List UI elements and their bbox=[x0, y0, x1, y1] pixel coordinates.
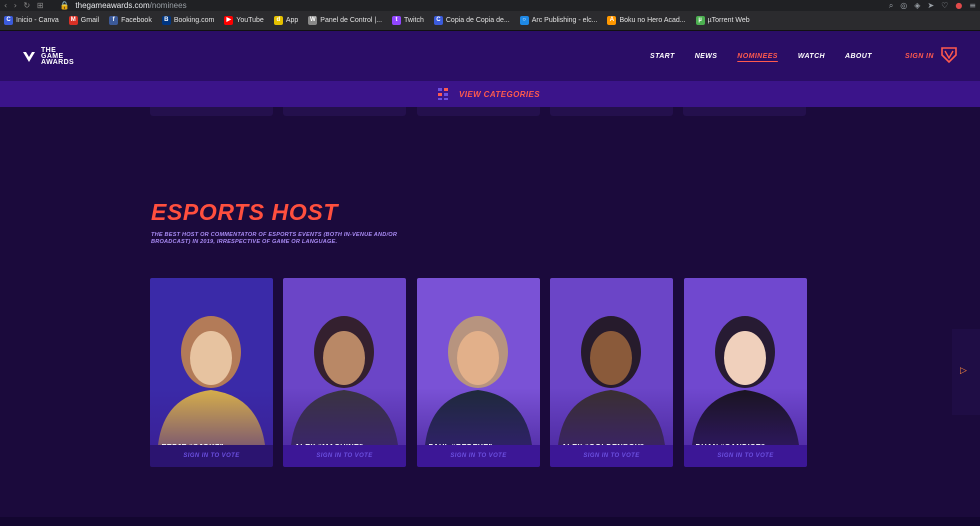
sign-in-to-vote-button[interactable]: SIGN IN TO VOTE bbox=[550, 445, 673, 467]
nominee-photo bbox=[283, 278, 406, 445]
browser-address-bar: ‹ › ↻ ⊞ 🔒 thegameawards.com/nominees ⌕ ◎… bbox=[0, 0, 980, 11]
bookmark-label: Twitch bbox=[404, 17, 424, 24]
youtube-icon: ▶ bbox=[224, 16, 234, 25]
bookmark-item[interactable]: C Inicio - Canva bbox=[4, 16, 59, 25]
view-categories-bar: VIEW CATEGORIES bbox=[0, 81, 980, 107]
facebook-icon: f bbox=[109, 16, 119, 25]
nav-news[interactable]: NEWS bbox=[695, 53, 718, 60]
bookmark-item[interactable]: W Panel de Control |... bbox=[308, 16, 382, 25]
bookmark-item[interactable]: ▶ YouTube bbox=[224, 16, 264, 25]
categories-grid-icon[interactable] bbox=[438, 88, 448, 100]
prev-card bbox=[283, 107, 406, 116]
nominee-card[interactable]: PAUL “REDEYE” CHALONER SIGN IN TO VOTE bbox=[417, 278, 540, 469]
extension-icon[interactable]: ● bbox=[955, 1, 962, 10]
next-arrow-icon[interactable]: ▷ bbox=[960, 365, 967, 376]
nominees-page: ESPORTS HOST THE BEST HOST OR COMMENTATO… bbox=[0, 107, 980, 526]
anime-icon: A bbox=[607, 16, 617, 25]
bookmarks-bar: C Inicio - Canva M Gmail f Facebook B Booking.c… bbox=[0, 11, 980, 31]
bookmark-item[interactable]: A Boku no Hero Acad... bbox=[607, 16, 686, 25]
bookmark-item[interactable]: d App bbox=[273, 16, 299, 25]
bookmark-item[interactable]: t Twitch bbox=[392, 16, 424, 25]
camera-icon[interactable]: ◎ bbox=[900, 1, 907, 10]
view-categories-button[interactable]: VIEW CATEGORIES bbox=[459, 90, 540, 99]
bookmark-label: Arc Publishing - elc... bbox=[531, 17, 598, 24]
page-footer-edge bbox=[0, 517, 980, 526]
nav-start[interactable]: START bbox=[650, 53, 675, 60]
nominee-photo bbox=[150, 278, 273, 445]
nav-nominees[interactable]: NOMINEES bbox=[737, 53, 778, 60]
canva-icon: C bbox=[4, 16, 13, 25]
bookmark-item[interactable]: C Copia de Copia de... bbox=[433, 16, 510, 25]
nominee-card[interactable]: DUAN “CANDICE” YU-SHUANG SIGN IN TO VOTE bbox=[684, 278, 807, 469]
bookmark-label: App bbox=[285, 17, 299, 24]
prev-card bbox=[417, 107, 540, 116]
bookmark-item[interactable]: f Facebook bbox=[109, 16, 152, 25]
bookmark-label: Copia de Copia de... bbox=[445, 17, 510, 24]
nominee-photo bbox=[684, 278, 807, 445]
gmail-icon: M bbox=[68, 16, 78, 25]
canva-icon: C bbox=[433, 16, 443, 25]
sign-in-to-vote-button[interactable]: SIGN IN TO VOTE bbox=[283, 445, 406, 467]
send-icon[interactable]: ➤ bbox=[927, 1, 934, 10]
bookmark-item[interactable]: M Gmail bbox=[68, 16, 100, 25]
app-icon: d bbox=[273, 16, 283, 25]
nominee-photo bbox=[550, 278, 673, 445]
sign-in-to-vote-button[interactable]: SIGN IN TO VOTE bbox=[684, 445, 807, 467]
main-nav: START NEWS NOMINEES WATCH ABOUT bbox=[650, 53, 872, 60]
browser-nav-icons[interactable]: ‹ › ↻ ⊞ bbox=[4, 1, 45, 10]
bookmark-label: Inicio - Canva bbox=[16, 17, 59, 24]
twitch-icon: t bbox=[392, 16, 402, 25]
sign-in-to-vote-button[interactable]: SIGN IN TO VOTE bbox=[150, 445, 273, 467]
prev-card bbox=[550, 107, 673, 116]
game-awards-logo[interactable]: THE GAME AWARDS bbox=[22, 47, 74, 66]
panel-icon: W bbox=[308, 16, 318, 25]
prev-card bbox=[683, 107, 806, 116]
nominee-card[interactable]: ALEX “GOLDENBOY” MENDEZ SIGN IN TO VOTE bbox=[550, 278, 673, 469]
nav-about[interactable]: ABOUT bbox=[845, 53, 872, 60]
bookmark-label: YouTube bbox=[236, 17, 264, 24]
nominee-card[interactable]: ALEX “MACHINE” RICHARDSON SIGN IN TO VOT… bbox=[283, 278, 406, 469]
sign-in-link[interactable]: SIGN IN bbox=[905, 53, 934, 60]
utorrent-icon: µ bbox=[695, 16, 705, 25]
bookmark-label: Booking.com bbox=[173, 17, 215, 24]
search-icon[interactable]: ⌕ bbox=[889, 1, 893, 11]
url-field[interactable]: thegameawards.com/nominees bbox=[75, 1, 186, 10]
shield-icon[interactable]: ◈ bbox=[914, 1, 920, 10]
sign-in-to-vote-button[interactable]: SIGN IN TO VOTE bbox=[417, 445, 540, 467]
heart-icon[interactable]: ♡ bbox=[941, 1, 948, 10]
bookmark-item[interactable]: ○ Arc Publishing - elc... bbox=[519, 16, 598, 25]
bookmark-item[interactable]: B Booking.com bbox=[161, 16, 215, 25]
menu-icon[interactable]: ≡ bbox=[969, 1, 976, 10]
category-title: ESPORTS HOST bbox=[151, 199, 338, 225]
bookmark-label: Panel de Control |... bbox=[320, 17, 383, 24]
nav-watch[interactable]: WATCH bbox=[798, 53, 825, 60]
arc-icon: ○ bbox=[519, 16, 529, 25]
bookmark-label: Gmail bbox=[80, 17, 100, 24]
bookmark-item[interactable]: µ µTorrent Web bbox=[695, 16, 750, 25]
shield-logo-icon[interactable] bbox=[940, 46, 958, 64]
nominee-card[interactable]: EEFJE “SJOKZ” DEPOORTERE SIGN IN TO VOTE bbox=[150, 278, 273, 469]
bookmark-label: Boku no Hero Acad... bbox=[619, 17, 686, 24]
prev-card bbox=[150, 107, 273, 116]
lock-icon: 🔒 bbox=[59, 1, 70, 10]
bookmark-label: Facebook bbox=[121, 17, 152, 24]
browser-toolbar-icons: ⌕ ◎ ◈ ➤ ♡ ● ≡ bbox=[889, 0, 976, 11]
booking-icon: B bbox=[161, 16, 171, 25]
nominee-photo bbox=[417, 278, 540, 445]
category-description: THE BEST HOST OR COMMENTATOR OF ESPORTS … bbox=[151, 232, 398, 245]
site-header: THE GAME AWARDS START NEWS NOMINEES WATCH AB… bbox=[0, 31, 980, 81]
logo-icon bbox=[23, 52, 35, 62]
bookmark-label: µTorrent Web bbox=[707, 17, 750, 24]
